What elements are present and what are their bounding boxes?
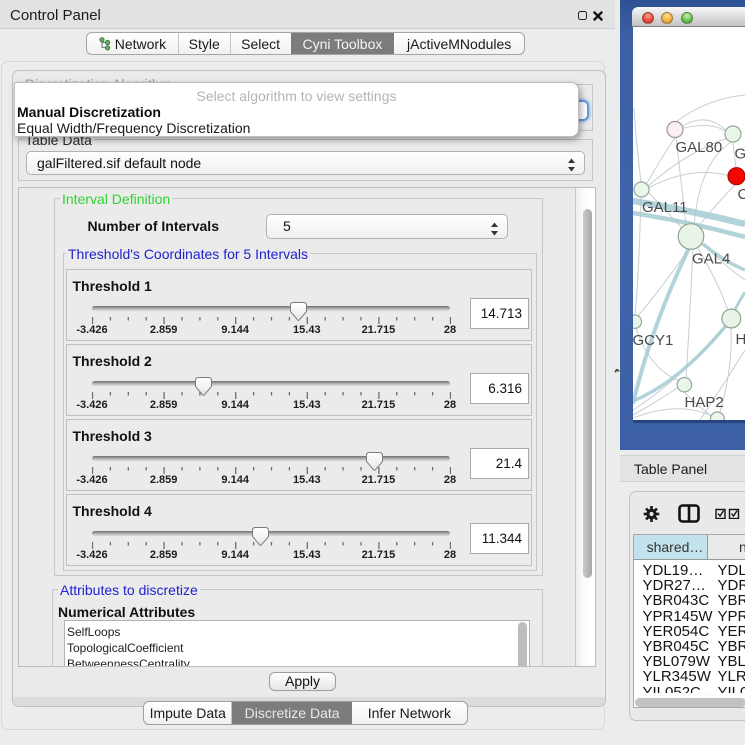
svg-text:C: C <box>738 186 745 203</box>
svg-text:GAL11: GAL11 <box>642 199 688 216</box>
svg-text:HAP2: HAP2 <box>685 394 724 411</box>
svg-text:GCY1: GCY1 <box>633 332 673 349</box>
svg-text:H: H <box>736 331 745 348</box>
svg-text:GAL4: GAL4 <box>692 251 730 268</box>
svg-text:GA: GA <box>735 146 745 163</box>
svg-text:GAL80: GAL80 <box>676 139 723 156</box>
